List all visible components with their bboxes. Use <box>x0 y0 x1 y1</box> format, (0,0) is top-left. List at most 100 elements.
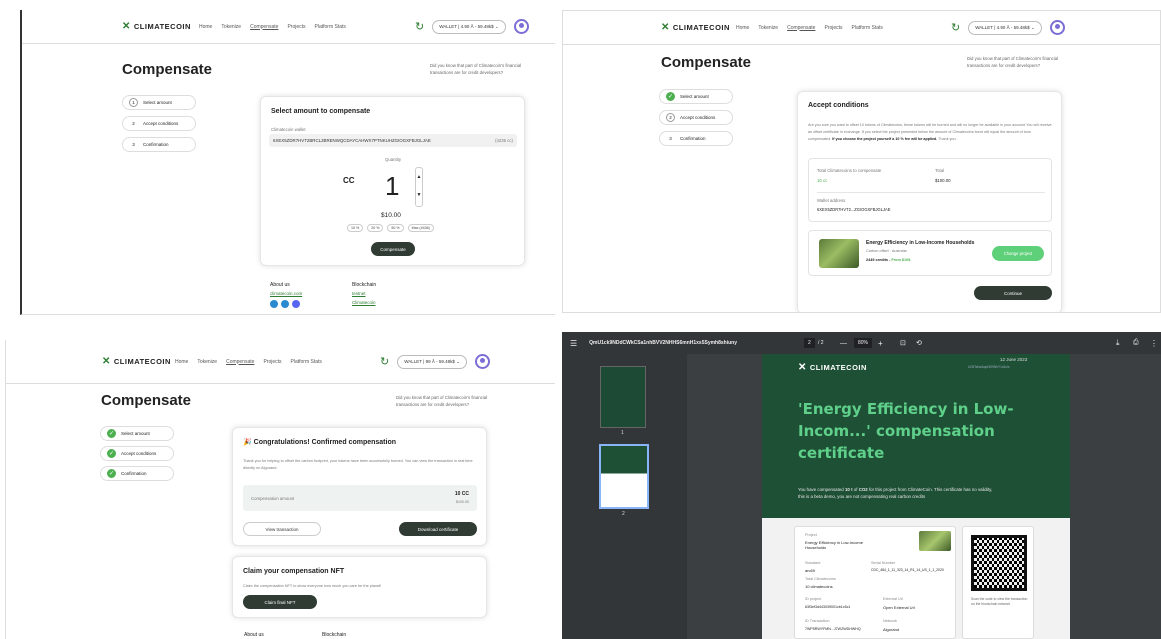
refresh-icon[interactable]: ↻ <box>415 20 424 33</box>
fit-page-icon[interactable]: ⊡ <box>900 339 906 347</box>
refresh-icon[interactable]: ↻ <box>380 355 389 368</box>
project-price: From $10$ <box>891 258 911 262</box>
panel-accept-conditions: ✕ CLIMATECOIN Home Tokenize Compensate Pr… <box>562 10 1161 313</box>
project-label: Project <box>805 533 817 537</box>
nav-tokenize[interactable]: Tokenize <box>221 24 241 30</box>
quantity-stepper[interactable]: ▲ ▼ <box>415 167 423 207</box>
climatecoin-link[interactable]: Climatecoin <box>352 300 376 305</box>
twitter-icon[interactable] <box>270 300 278 308</box>
step-label: Confirmation <box>143 142 169 147</box>
logo-icon: ✕ <box>798 362 807 373</box>
amount-value: 10 CC <box>454 491 469 497</box>
step-number: 3 <box>669 136 672 141</box>
print-icon[interactable]: ⎙ <box>1133 339 1139 347</box>
cert-date: 12 June 2023 <box>1000 357 1028 362</box>
quantity-input[interactable]: 1 <box>385 171 399 202</box>
about-link[interactable]: climatecoin.com <box>270 291 302 296</box>
wallet-button[interactable]: WALLET | 99 Å - 59.48k$ ⌄ <box>397 354 467 369</box>
page-title: Compensate <box>101 392 192 409</box>
step-accept-conditions[interactable]: ✓ Accept conditions <box>100 446 174 461</box>
pct-10-button[interactable]: 10 % <box>347 224 364 232</box>
discord-icon[interactable] <box>292 300 300 308</box>
nav-projects[interactable]: Projects <box>287 24 305 30</box>
avatar[interactable] <box>1049 20 1065 35</box>
step-select-amount[interactable]: ✓ Select amount <box>659 89 733 104</box>
zoom-out-icon[interactable]: — <box>840 340 847 347</box>
testnet-link[interactable]: testnet <box>352 291 366 296</box>
wallet-button[interactable]: WALLET | 4.90 Å - 59.48k$ ⌄ <box>968 20 1042 35</box>
avatar[interactable] <box>474 354 490 369</box>
wallet-label: Climatecoin wallet <box>271 127 306 132</box>
logo[interactable]: ✕ CLIMATECOIN <box>122 21 191 32</box>
info-text: Did you know that part of Climatecoin's … <box>396 395 488 408</box>
project-name: Energy Efficiency in Low-Income Househol… <box>866 240 975 246</box>
linkedin-icon[interactable] <box>281 300 289 308</box>
check-icon: ✓ <box>107 469 116 478</box>
thumbnail-page-2[interactable] <box>599 444 649 509</box>
change-project-button[interactable]: Change project <box>992 246 1044 261</box>
nav-projects[interactable]: Projects <box>263 359 281 365</box>
logo[interactable]: ✕ CLIMATECOIN <box>102 356 171 367</box>
menu-icon[interactable]: ☰ <box>570 339 577 348</box>
thumbnail-sidebar: 1 2 <box>562 354 687 639</box>
nft-title: Claim your compensation NFT <box>243 568 345 575</box>
wallet-balance: (4235 cc) <box>495 138 513 143</box>
confirmation-text: Thank you for helping to offset the carb… <box>243 459 473 471</box>
nav-home[interactable]: Home <box>175 359 188 365</box>
wallet-label: Wallet address <box>817 198 846 203</box>
pct-50-button[interactable]: 50 % <box>387 224 404 232</box>
nav-compensate[interactable]: Compensate <box>226 359 254 365</box>
external-url-link[interactable]: Open External Url <box>883 605 915 610</box>
logo-icon: ✕ <box>122 21 131 32</box>
transaction-value: 7WP5RWYFMN...J7WZWDHWHQ <box>805 627 861 631</box>
step-confirmation[interactable]: ✓ Confirmation <box>100 466 174 481</box>
step-select-amount[interactable]: ✓ Select amount <box>100 426 174 441</box>
compensate-button[interactable]: Compensate <box>371 242 415 256</box>
zoom-in-icon[interactable]: + <box>878 339 883 348</box>
qr-code <box>971 535 1027 591</box>
rotate-icon[interactable]: ⟲ <box>916 339 922 347</box>
nav-home[interactable]: Home <box>199 24 212 30</box>
more-icon[interactable]: ⋮ <box>1150 339 1158 348</box>
nav-platform-stats[interactable]: Platform Stats <box>291 359 322 365</box>
continue-button[interactable]: Continue <box>974 286 1052 300</box>
qr-caption: Scan the code to view the transaction on… <box>971 597 1028 607</box>
nav-compensate[interactable]: Compensate <box>787 25 815 31</box>
nav-tokenize[interactable]: Tokenize <box>758 25 778 31</box>
project-subtitle: Carbon offset · Australia <box>866 249 907 253</box>
increment-icon[interactable]: ▲ <box>416 168 422 186</box>
nav-compensate[interactable]: Compensate <box>250 24 278 30</box>
conditions-fee: If you choose the project yourself a 10 … <box>832 137 938 142</box>
step-number: 2 <box>666 113 675 122</box>
decrement-icon[interactable]: ▼ <box>416 186 422 204</box>
nav-home[interactable]: Home <box>736 25 749 31</box>
logo-text: CLIMATECOIN <box>809 363 867 372</box>
conditions-text: Are you sure you want to offset 10 token… <box>808 122 1053 143</box>
logo[interactable]: ✕ CLIMATECOIN <box>661 22 730 33</box>
project-thumbnail <box>919 531 951 551</box>
step-confirmation[interactable]: 3 Confirmation <box>659 131 733 146</box>
zoom-input[interactable]: 80% <box>854 338 873 348</box>
claim-nft-button[interactable]: Claim final NFT <box>243 595 317 609</box>
download-certificate-button[interactable]: Download certificate <box>399 522 477 536</box>
project-image <box>819 239 859 268</box>
thumbnail-page-1[interactable] <box>600 366 646 428</box>
avatar[interactable] <box>513 19 529 34</box>
step-accept-conditions[interactable]: 2 Accept conditions <box>122 116 196 131</box>
pct-20-button[interactable]: 20 % <box>367 224 384 232</box>
download-icon[interactable]: ⤓ <box>1116 338 1120 348</box>
step-accept-conditions[interactable]: 2 Accept conditions <box>659 110 733 125</box>
max-button[interactable]: Max (4436) <box>407 224 434 232</box>
refresh-icon[interactable]: ↻ <box>951 21 960 34</box>
nav-projects[interactable]: Projects <box>824 25 842 31</box>
step-label: Select amount <box>143 100 172 105</box>
wallet-button[interactable]: WALLET | 4.90 Å - 59.48k$ ⌄ <box>432 19 506 34</box>
nav-platform-stats[interactable]: Platform Stats <box>315 24 346 30</box>
step-select-amount[interactable]: 1 Select amount <box>122 95 196 110</box>
page-input[interactable]: 2 <box>804 338 815 348</box>
nav-tokenize[interactable]: Tokenize <box>197 359 217 365</box>
nav-platform-stats[interactable]: Platform Stats <box>852 25 883 31</box>
project-card: Energy Efficiency in Low-Income Househol… <box>808 230 1052 276</box>
view-transaction-button[interactable]: View transaction <box>243 522 321 536</box>
step-confirmation[interactable]: 3 Confirmation <box>122 137 196 152</box>
